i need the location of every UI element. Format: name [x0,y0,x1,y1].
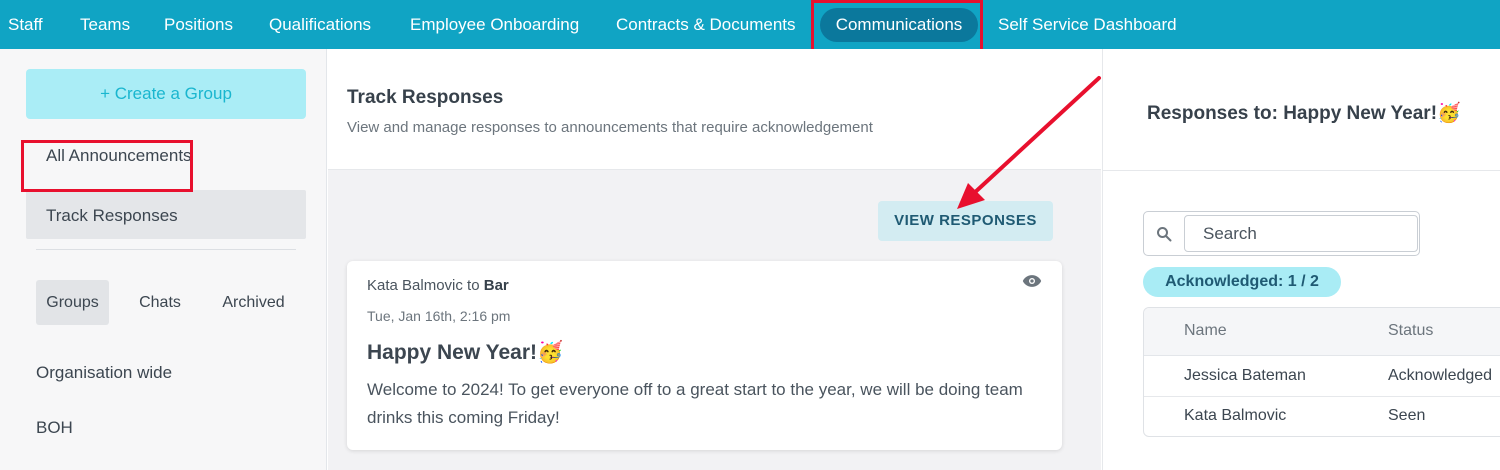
search-box [1143,211,1420,256]
recipient-group: Bar [483,277,509,294]
group-item-organisation-wide[interactable]: Organisation wide [36,363,172,383]
row-name: Jessica Bateman [1184,367,1306,384]
to-word: to [467,277,480,294]
responses-table: Name Status Jessica Bateman Acknowledged… [1143,307,1500,437]
announcement-title: Happy New Year!🥳 [367,341,564,364]
announcement-sender: Kata Balmovic to Bar [367,277,509,294]
column-header-name[interactable]: Name [1184,322,1227,340]
row-status: Acknowledged [1388,367,1493,384]
row-name: Kata Balmovic [1184,407,1287,424]
view-responses-button[interactable]: VIEW RESPONSES [878,201,1053,241]
table-row[interactable]: Kata Balmovic Seen [1144,397,1500,436]
panel-divider [1103,170,1500,171]
highlight-box-communications [811,0,983,52]
row-status: Seen [1388,407,1426,424]
panel-header: Track Responses View and manage response… [328,49,1101,170]
nav-item-positions[interactable]: Positions [164,0,233,49]
table-header: Name Status [1144,308,1500,356]
responses-panel: Responses to: Happy New Year!🥳 Acknowled… [1102,49,1500,470]
tab-chats[interactable]: Chats [125,280,195,325]
highlight-box-track-responses [21,140,193,192]
tab-groups[interactable]: Groups [36,280,109,325]
sender-name: Kata Balmovic [367,277,463,294]
sidebar-divider [36,249,296,250]
page-subtitle: View and manage responses to announcemen… [347,119,873,136]
track-responses-panel: Track Responses View and manage response… [328,49,1101,470]
responses-title: Responses to: Happy New Year!🥳 [1147,103,1461,124]
nav-item-staff[interactable]: Staff [8,0,43,49]
nav-item-qualifications[interactable]: Qualifications [269,0,371,49]
announcement-card[interactable]: Kata Balmovic to Bar Tue, Jan 16th, 2:16… [347,261,1062,450]
eye-icon[interactable] [1022,273,1042,289]
sidebar: + Create a Group All Announcements Track… [0,49,327,470]
nav-item-self-service-dashboard[interactable]: Self Service Dashboard [998,0,1177,49]
group-item-boh[interactable]: BOH [36,418,73,438]
create-group-button[interactable]: + Create a Group [26,69,306,119]
search-input[interactable] [1184,215,1418,252]
nav-item-contracts-documents[interactable]: Contracts & Documents [616,0,796,49]
announcement-date: Tue, Jan 16th, 2:16 pm [367,308,511,324]
acknowledged-count-badge: Acknowledged: 1 / 2 [1143,267,1341,297]
nav-item-teams[interactable]: Teams [80,0,130,49]
announcement-body: Welcome to 2024! To get everyone off to … [367,380,1023,427]
table-row[interactable]: Jessica Bateman Acknowledged [1144,357,1500,397]
track-responses-link[interactable]: Track Responses [46,206,178,226]
page-title: Track Responses [347,87,504,108]
nav-item-employee-onboarding[interactable]: Employee Onboarding [410,0,579,49]
tab-archived[interactable]: Archived [212,280,295,325]
column-header-status[interactable]: Status [1388,322,1433,340]
search-icon [1157,227,1172,242]
top-navigation: Staff Teams Positions Qualifications Emp… [0,0,1500,49]
